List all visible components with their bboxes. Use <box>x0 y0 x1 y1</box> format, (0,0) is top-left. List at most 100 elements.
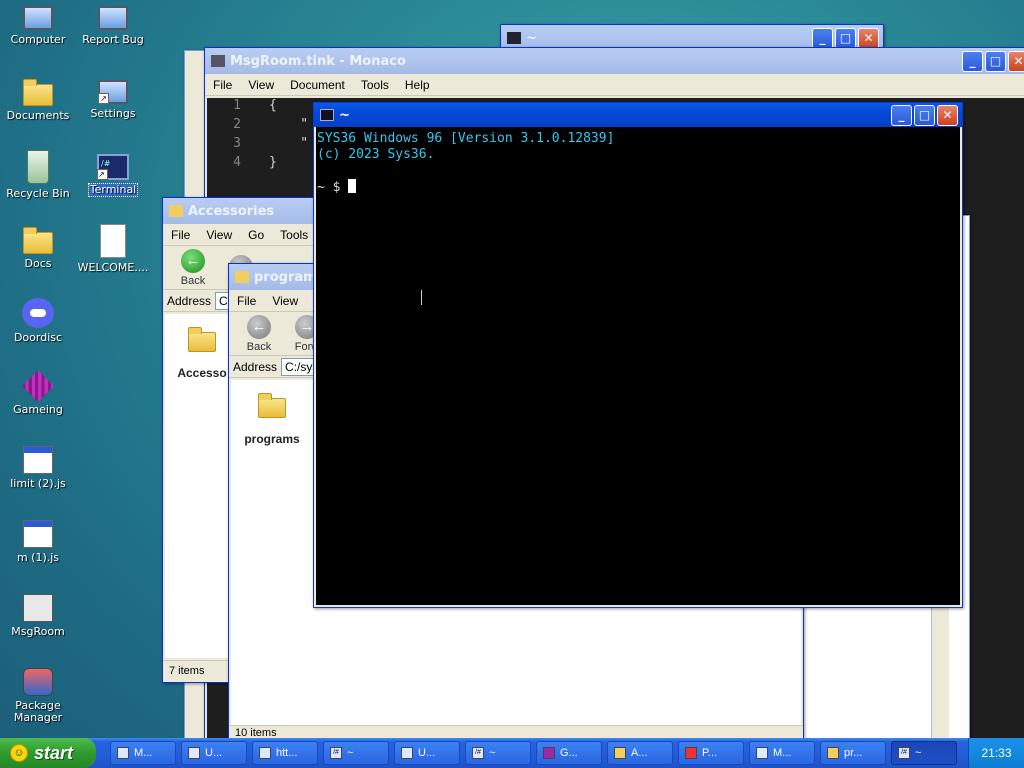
desktop-icon-m-js[interactable]: m (1).js <box>1 520 75 564</box>
programs-statusbar: 10 items <box>229 725 803 739</box>
terminal-icon: /# <box>330 747 342 759</box>
close-button[interactable]: ✕ <box>937 104 958 126</box>
terminal-window[interactable]: ~ _ □ ✕ SYS36 Windows 96 [Version 3.1.0.… <box>313 102 963 608</box>
folder-icon <box>169 205 183 217</box>
menu-view[interactable]: View <box>264 294 306 308</box>
monaco-titlebar[interactable]: MsgRoom.tink - Monaco _ □ ✕ <box>205 48 1024 74</box>
folder-icon <box>23 227 53 254</box>
report-bug-icon <box>98 6 128 30</box>
terminal-icon: /# <box>472 747 484 759</box>
minimize-button[interactable]: _ <box>891 104 912 126</box>
taskbar-tasks: M... U... htt... /# ~ U... /# ~ G... A... … <box>110 741 968 765</box>
settings-icon: ↗ <box>98 80 128 104</box>
desktop-icon-doordisc[interactable]: Doordisc <box>1 298 75 344</box>
taskbar-item[interactable]: /# ~ <box>465 741 531 765</box>
terminal-icon: /# ↗ <box>97 154 129 180</box>
taskbar: ☺ start M... U... htt... /# ~ U... /# ~ G.… <box>0 738 1024 768</box>
minimize-button[interactable]: _ <box>812 27 833 49</box>
menu-file[interactable]: File <box>163 228 198 242</box>
desktop-icon-gameing[interactable]: Gameing <box>1 370 75 416</box>
recycle-bin-icon <box>27 150 49 184</box>
start-logo-icon: ☺ <box>10 744 28 762</box>
menu-file[interactable]: File <box>229 294 264 308</box>
terminal-prompt-line[interactable]: ~ $ <box>317 179 960 196</box>
maximize-button[interactable]: □ <box>835 27 856 49</box>
folder-icon <box>614 747 626 759</box>
js-file-icon <box>23 446 53 474</box>
back-arrow-icon: ← <box>247 314 271 339</box>
terminal-icon <box>320 109 334 121</box>
terminal-icon: /# <box>898 747 910 759</box>
taskbar-item[interactable]: htt... <box>252 741 318 765</box>
taskbar-item[interactable]: M... <box>749 741 815 765</box>
menu-tools[interactable]: Tools <box>272 228 316 242</box>
back-arrow-icon: ← <box>181 248 205 273</box>
ibeam-cursor-icon <box>421 290 426 305</box>
menu-file[interactable]: File <box>205 78 240 92</box>
taskbar-item[interactable]: U... <box>181 741 247 765</box>
desktop-icon-limit-js[interactable]: limit (2).js <box>1 446 75 490</box>
monaco-icon <box>117 747 129 759</box>
game-cube-icon <box>543 747 555 759</box>
menu-help[interactable]: Help <box>397 78 438 92</box>
taskbar-item[interactable]: A... <box>607 741 673 765</box>
terminal-titlebar[interactable]: ~ _ □ ✕ <box>314 103 962 127</box>
desktop-icon-msgroom[interactable]: MsgRoom <box>1 594 75 638</box>
desktop-icon-terminal[interactable]: /# ↗ Terminal <box>76 150 150 197</box>
folder-icon <box>827 747 839 759</box>
desktop-icon-computer[interactable]: Computer <box>1 2 75 46</box>
desktop-icon-welcome[interactable]: WELCOME.... <box>76 224 150 274</box>
menu-document[interactable]: Document <box>282 78 353 92</box>
folder-icon <box>235 271 249 283</box>
menu-view[interactable]: View <box>240 78 282 92</box>
desktop-icon-docs[interactable]: Docs <box>1 224 75 270</box>
accessories-menubar: File View Go Tools <box>163 224 321 246</box>
documents-icon <box>23 79 53 106</box>
menu-tools[interactable]: Tools <box>353 78 397 92</box>
start-button[interactable]: ☺ start <box>0 738 96 768</box>
msgroom-icon <box>756 747 768 759</box>
desktop-icon-package-manager[interactable]: Package Manager <box>1 668 75 724</box>
desktop-icon-settings[interactable]: ↗ Settings <box>76 76 150 120</box>
close-button[interactable]: ✕ <box>858 27 879 49</box>
maximize-button[interactable]: □ <box>985 50 1006 72</box>
taskbar-item[interactable]: U... <box>394 741 460 765</box>
terminal-copyright-line: (c) 2023 Sys36. <box>317 147 435 162</box>
taskbar-item[interactable]: G... <box>536 741 602 765</box>
terminal-prompt: ~ $ <box>317 180 341 195</box>
maximize-button[interactable]: □ <box>914 104 935 126</box>
menu-go[interactable]: Go <box>240 228 272 242</box>
taskbar-item[interactable]: pr... <box>820 741 886 765</box>
package-manager-icon <box>23 668 53 696</box>
menu-view[interactable]: View <box>198 228 240 242</box>
markdown-file-icon <box>100 224 126 258</box>
discord-icon <box>22 298 54 328</box>
taskbar-item[interactable]: M... <box>110 741 176 765</box>
terminal-console[interactable]: SYS36 Windows 96 [Version 3.1.0.12839] (… <box>316 127 960 605</box>
pdf-icon <box>685 747 697 759</box>
desktop-icon-report-bug[interactable]: Report Bug <box>76 2 150 46</box>
minimize-button[interactable]: _ <box>962 50 983 72</box>
js-file-icon <box>23 520 53 548</box>
taskbar-item[interactable]: P... <box>678 741 744 765</box>
folder-icon <box>188 327 216 352</box>
folder-icon <box>258 393 286 418</box>
back-button[interactable]: ← Back <box>235 314 283 353</box>
taskbar-item-active[interactable]: /# ~ <box>891 741 957 765</box>
msgroom-icon <box>23 594 53 622</box>
settings-icon <box>188 747 200 759</box>
back-button[interactable]: ← Back <box>169 248 217 287</box>
terminal-version-line: SYS36 Windows 96 [Version 3.1.0.12839] <box>317 131 615 146</box>
desktop-icon-documents[interactable]: Documents <box>1 76 75 122</box>
clock[interactable]: 21:33 <box>981 746 1011 760</box>
browser-icon <box>259 747 271 759</box>
taskbar-item[interactable]: /# ~ <box>323 741 389 765</box>
game-cube-icon <box>22 370 54 402</box>
app-icon <box>401 747 413 759</box>
folder-accessories[interactable]: Accesso <box>167 324 237 380</box>
folder-programs[interactable]: programs <box>237 390 307 446</box>
desktop-icon-recycle-bin[interactable]: Recycle Bin <box>1 150 75 200</box>
close-button[interactable]: ✕ <box>1008 50 1024 72</box>
terminal-icon <box>507 32 521 44</box>
accessories-titlebar[interactable]: Accessories <box>163 198 321 224</box>
